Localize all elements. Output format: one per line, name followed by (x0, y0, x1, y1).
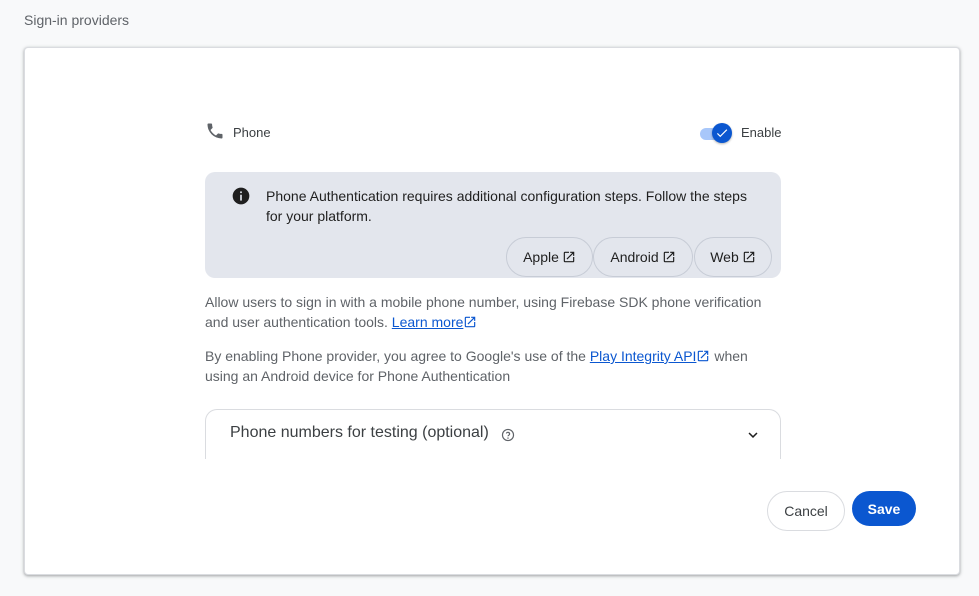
provider-description: Allow users to sign in with a mobile pho… (205, 292, 781, 332)
description-text: Allow users to sign in with a mobile pho… (205, 294, 762, 330)
toggle-thumb (712, 123, 732, 143)
check-icon (716, 129, 728, 138)
save-button[interactable]: Save (852, 491, 916, 526)
play-integrity-link[interactable]: Play Integrity API (590, 348, 697, 364)
info-banner: Phone Authentication requires additional… (205, 172, 781, 278)
web-button[interactable]: Web (694, 237, 772, 277)
phone-icon (207, 123, 223, 139)
chevron-down-icon[interactable] (744, 426, 762, 444)
section-title: Sign-in providers (24, 12, 130, 28)
info-icon (232, 187, 250, 205)
expander-title: Phone numbers for testing (optional) (230, 424, 489, 441)
cancel-button[interactable]: Cancel (767, 491, 845, 531)
help-icon[interactable] (501, 428, 515, 442)
provider-config-card: Phone Enable Phone Authentication requir… (24, 47, 960, 575)
enable-toggle[interactable] (700, 123, 736, 143)
learn-more-label: Learn more (391, 314, 464, 330)
apple-button-label: Apple (523, 249, 559, 265)
play-integrity-label: Play Integrity API (589, 348, 697, 364)
learn-more-link[interactable]: Learn more (392, 314, 464, 330)
external-link-icon (743, 251, 755, 263)
android-button[interactable]: Android (593, 237, 693, 277)
apple-button[interactable]: Apple (506, 237, 593, 277)
web-button-label: Web (710, 249, 739, 265)
external-link-icon (698, 350, 709, 362)
provider-name: Phone (233, 125, 271, 140)
enable-label: Enable (741, 125, 782, 140)
integrity-notice: By enabling Phone provider, you agree to… (205, 346, 781, 386)
integrity-prefix: By enabling Phone provider, you agree to… (205, 348, 586, 364)
external-link-icon (663, 251, 674, 263)
testing-numbers-expander[interactable]: Phone numbers for testing (optional) (205, 409, 781, 459)
info-text: Phone Authentication requires additional… (266, 188, 747, 224)
external-link-icon (563, 251, 575, 263)
provider-header: Phone Enable (205, 121, 781, 145)
android-button-label: Android (610, 249, 659, 265)
external-link-icon (465, 316, 476, 328)
